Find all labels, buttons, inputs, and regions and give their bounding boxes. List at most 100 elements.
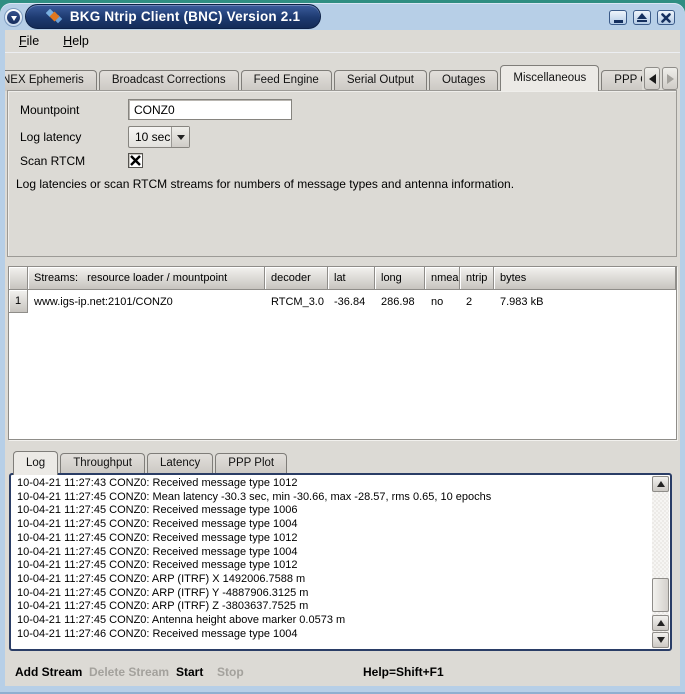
log-latency-value: 10 sec bbox=[129, 130, 171, 144]
log-line: 10-04-21 11:27:45 CONZ0: Received messag… bbox=[17, 546, 648, 560]
tab-outages[interactable]: Outages bbox=[429, 70, 498, 91]
checkbox-checked-icon bbox=[130, 155, 141, 166]
window-menu-circle bbox=[7, 11, 20, 24]
log-line: 10-04-21 11:27:46 CONZ0: Received messag… bbox=[17, 628, 648, 642]
miscellaneous-panel: Mountpoint Log latency 10 sec Scan RTCM bbox=[7, 90, 677, 257]
arrow-up-icon bbox=[657, 620, 665, 626]
tab-miscellaneous[interactable]: Miscellaneous bbox=[500, 65, 599, 91]
chevron-down-icon bbox=[177, 135, 185, 140]
header-decoder: decoder bbox=[265, 267, 328, 290]
header-mountpoint: Streams: resource loader / mountpoint bbox=[28, 267, 265, 290]
log-line: 10-04-21 11:27:45 CONZ0: ARP (ITRF) X 14… bbox=[17, 573, 648, 587]
minimize-icon bbox=[614, 20, 623, 23]
delete-stream-button[interactable]: Delete Stream bbox=[89, 665, 169, 679]
scan-rtcm-checkbox[interactable] bbox=[128, 153, 143, 168]
tab-scroll-buttons bbox=[644, 67, 678, 90]
log-line: 10-04-21 11:27:45 CONZ0: Mean latency -3… bbox=[17, 491, 648, 505]
window-controls bbox=[609, 10, 675, 25]
header-long: long bbox=[375, 267, 425, 290]
log-lines: 10-04-21 11:27:43 CONZ0: Received messag… bbox=[17, 477, 648, 647]
arrow-right-icon bbox=[667, 74, 674, 84]
close-icon bbox=[661, 13, 671, 23]
tab-scroll-left-button[interactable] bbox=[644, 67, 660, 90]
cell-rownum: 1 bbox=[9, 290, 28, 313]
arrow-up-icon bbox=[657, 481, 665, 487]
maximize-button[interactable] bbox=[633, 10, 651, 25]
mountpoint-label: Mountpoint bbox=[20, 103, 128, 117]
tab-rinex-ephemeris[interactable]: NEX Ephemeris bbox=[5, 70, 97, 91]
header-ntrip: ntrip bbox=[460, 267, 494, 290]
log-viewport[interactable]: 10-04-21 11:27:43 CONZ0: Received messag… bbox=[9, 473, 672, 651]
app-window: BKG Ntrip Client (BNC) Version 2.1 File … bbox=[0, 3, 685, 694]
cell-long: 286.98 bbox=[375, 290, 425, 313]
tab-ppp-plot[interactable]: PPP Plot bbox=[215, 453, 287, 474]
output-tabbar: Log Throughput Latency PPP Plot bbox=[13, 451, 289, 474]
scan-rtcm-row: Scan RTCM bbox=[20, 153, 143, 168]
combo-dropdown-button[interactable] bbox=[171, 127, 189, 147]
scroll-up-button[interactable] bbox=[652, 476, 669, 492]
cell-nmea: no bbox=[425, 290, 460, 313]
log-line: 10-04-21 11:27:45 CONZ0: Received messag… bbox=[17, 532, 648, 546]
mountpoint-input[interactable] bbox=[128, 99, 292, 120]
table-row[interactable]: 1 www.igs-ip.net:2101/CONZ0 RTCM_3.0 -36… bbox=[9, 290, 676, 313]
tab-broadcast-corrections[interactable]: Broadcast Corrections bbox=[99, 70, 239, 91]
cell-bytes: 7.983 kB bbox=[494, 290, 676, 313]
tab-log[interactable]: Log bbox=[13, 451, 58, 475]
cell-decoder: RTCM_3.0 bbox=[265, 290, 328, 313]
desktop: { "window": { "title": "BKG Ntrip Client… bbox=[0, 0, 685, 694]
maximize-icon bbox=[637, 13, 647, 22]
cell-mountpoint: www.igs-ip.net:2101/CONZ0 bbox=[28, 290, 265, 313]
bnc-logo-icon bbox=[46, 9, 63, 24]
log-scrollbar[interactable] bbox=[652, 476, 669, 648]
mountpoint-row: Mountpoint bbox=[20, 99, 292, 120]
log-latency-select[interactable]: 10 sec bbox=[128, 126, 190, 148]
window-title: BKG Ntrip Client (BNC) Version 2.1 bbox=[70, 9, 300, 24]
menu-file[interactable]: File bbox=[13, 32, 45, 50]
add-stream-button[interactable]: Add Stream bbox=[15, 665, 82, 679]
cell-lat: -36.84 bbox=[328, 290, 375, 313]
header-rownum bbox=[9, 267, 28, 290]
titlebar[interactable]: BKG Ntrip Client (BNC) Version 2.1 bbox=[0, 3, 685, 30]
scroll-down-button[interactable] bbox=[652, 632, 669, 648]
stop-button[interactable]: Stop bbox=[217, 665, 244, 679]
log-line: 10-04-21 11:27:45 CONZ0: Received messag… bbox=[17, 504, 648, 518]
tab-throughput[interactable]: Throughput bbox=[60, 453, 145, 474]
scrollbar-thumb[interactable] bbox=[652, 578, 669, 612]
menu-help[interactable]: Help bbox=[57, 32, 95, 50]
log-line: 10-04-21 11:27:45 CONZ0: Received messag… bbox=[17, 559, 648, 573]
title-capsule: BKG Ntrip Client (BNC) Version 2.1 bbox=[25, 4, 321, 29]
log-line: 10-04-21 11:27:43 CONZ0: Received messag… bbox=[17, 477, 648, 491]
header-lat: lat bbox=[328, 267, 375, 290]
scroll-up-button-bottom[interactable] bbox=[652, 615, 669, 631]
close-button[interactable] bbox=[657, 10, 675, 25]
start-button[interactable]: Start bbox=[176, 665, 203, 679]
window-menu-button[interactable] bbox=[4, 8, 23, 27]
arrow-left-icon bbox=[649, 74, 656, 84]
streams-table-header: Streams: resource loader / mountpoint de… bbox=[9, 267, 676, 290]
arrow-down-icon bbox=[657, 637, 665, 643]
minimize-button[interactable] bbox=[609, 10, 627, 25]
streams-table: Streams: resource loader / mountpoint de… bbox=[8, 266, 677, 440]
header-nmea: nmea bbox=[425, 267, 460, 290]
tab-serial-output[interactable]: Serial Output bbox=[334, 70, 427, 91]
menubar: File Help bbox=[5, 30, 680, 53]
tab-scroll-right-button[interactable] bbox=[662, 67, 678, 90]
chevron-down-icon bbox=[11, 16, 17, 21]
header-bytes: bytes bbox=[494, 267, 676, 290]
config-tabrow: NEX Ephemeris Broadcast Corrections Feed… bbox=[5, 63, 642, 91]
log-latency-label: Log latency bbox=[20, 130, 128, 144]
cell-ntrip: 2 bbox=[460, 290, 494, 313]
tab-latency[interactable]: Latency bbox=[147, 453, 213, 474]
log-line: 10-04-21 11:27:45 CONZ0: Antenna height … bbox=[17, 614, 648, 628]
log-line: 10-04-21 11:27:45 CONZ0: ARP (ITRF) Y -4… bbox=[17, 587, 648, 601]
scan-rtcm-label: Scan RTCM bbox=[20, 154, 128, 168]
log-latency-row: Log latency 10 sec bbox=[20, 126, 190, 148]
footer-bar: Add Stream Delete Stream Start Stop Help… bbox=[5, 665, 680, 689]
tab-ppp-client[interactable]: PPP Client bbox=[601, 70, 642, 91]
panel-description: Log latencies or scan RTCM streams for n… bbox=[16, 177, 666, 191]
tab-feed-engine[interactable]: Feed Engine bbox=[241, 70, 332, 91]
config-tabbar: NEX Ephemeris Broadcast Corrections Feed… bbox=[5, 63, 642, 91]
help-shortcut-label: Help=Shift+F1 bbox=[363, 665, 444, 679]
main-content: NEX Ephemeris Broadcast Corrections Feed… bbox=[5, 53, 680, 686]
log-line: 10-04-21 11:27:45 CONZ0: Received messag… bbox=[17, 518, 648, 532]
